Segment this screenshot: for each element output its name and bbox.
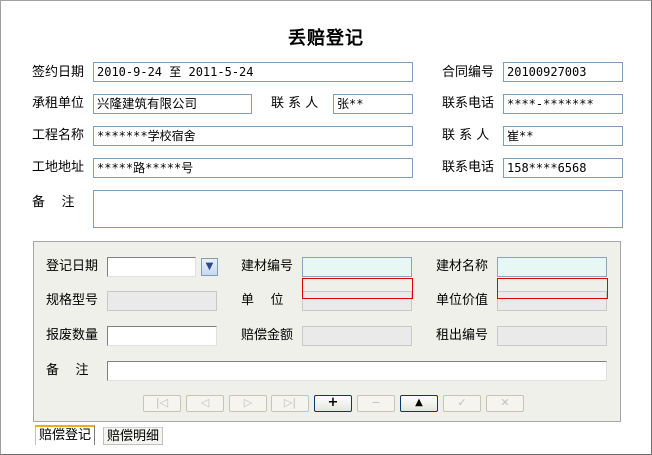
nav-post-button[interactable]: ✓ bbox=[443, 395, 481, 412]
compensation-field[interactable] bbox=[302, 326, 412, 346]
lessee-label: 承租单位 bbox=[32, 96, 85, 111]
nav-prior-button[interactable]: ◁ bbox=[186, 395, 224, 412]
unit-price-label: 单位价值 bbox=[436, 293, 489, 308]
remark-label: 备 注 bbox=[32, 195, 75, 210]
contract-no-label: 合同编号 bbox=[442, 65, 495, 80]
phone1-label: 联系电话 bbox=[442, 96, 495, 111]
spec-field[interactable] bbox=[107, 291, 217, 311]
contact1-label: 联 系 人 bbox=[271, 96, 319, 111]
form-title: 丢赔登记 bbox=[288, 28, 364, 49]
compensation-label: 赔偿金额 bbox=[241, 328, 294, 343]
rental-no-label: 租出编号 bbox=[436, 328, 489, 343]
chevron-down-icon: ▼ bbox=[205, 261, 214, 272]
nav-last-button[interactable]: ▷| bbox=[271, 395, 309, 412]
contact2-label: 联 系 人 bbox=[442, 128, 490, 143]
highlight-box bbox=[497, 278, 608, 299]
contact2-field[interactable]: 崔** bbox=[503, 126, 623, 146]
reg-date-label: 登记日期 bbox=[46, 259, 99, 274]
nav-first-button[interactable]: |◁ bbox=[143, 395, 181, 412]
contact1-field[interactable]: 张** bbox=[333, 94, 413, 114]
tab-details[interactable]: 赔偿明细 bbox=[103, 427, 164, 445]
detail-remark-label: 备 注 bbox=[46, 363, 89, 378]
nav-delete-button[interactable]: − bbox=[357, 395, 395, 412]
phone2-field[interactable]: 158****6568 bbox=[503, 158, 623, 178]
nav-next-button[interactable]: ▷ bbox=[229, 395, 267, 412]
remark-field[interactable] bbox=[93, 190, 623, 228]
highlight-box bbox=[302, 278, 413, 299]
material-no-field[interactable] bbox=[302, 257, 412, 277]
nav-edit-button[interactable]: ▲ bbox=[400, 395, 438, 412]
spec-label: 规格型号 bbox=[46, 293, 99, 308]
material-name-field[interactable] bbox=[497, 257, 607, 277]
unit-label: 单 位 bbox=[241, 293, 284, 308]
material-no-label: 建材编号 bbox=[241, 259, 294, 274]
phone1-field[interactable]: ****-******* bbox=[503, 94, 623, 114]
sign-date-label: 签约日期 bbox=[32, 65, 85, 80]
calendar-dropdown-button[interactable]: ▼ bbox=[201, 258, 218, 276]
project-label: 工程名称 bbox=[32, 128, 85, 143]
site-label: 工地地址 bbox=[32, 160, 85, 175]
sign-date-field[interactable]: 2010-9-24 至 2011-5-24 bbox=[93, 62, 413, 82]
contract-no-field[interactable]: 20100927003 bbox=[503, 62, 623, 82]
scrap-qty-field[interactable] bbox=[107, 326, 217, 346]
tab-registration[interactable]: 赔偿登记 bbox=[35, 425, 96, 445]
rental-no-field[interactable] bbox=[497, 326, 607, 346]
detail-remark-field[interactable] bbox=[107, 361, 607, 381]
nav-insert-button[interactable]: + bbox=[314, 395, 352, 412]
scrap-qty-label: 报废数量 bbox=[46, 328, 99, 343]
lessee-field[interactable]: 兴隆建筑有限公司 bbox=[93, 94, 252, 114]
project-field[interactable]: *******学校宿舍 bbox=[93, 126, 413, 146]
phone2-label: 联系电话 bbox=[442, 160, 495, 175]
reg-date-field[interactable] bbox=[107, 257, 196, 277]
material-name-label: 建材名称 bbox=[436, 259, 489, 274]
site-field[interactable]: *****路*****号 bbox=[93, 158, 413, 178]
nav-cancel-button[interactable]: ✕ bbox=[486, 395, 524, 412]
